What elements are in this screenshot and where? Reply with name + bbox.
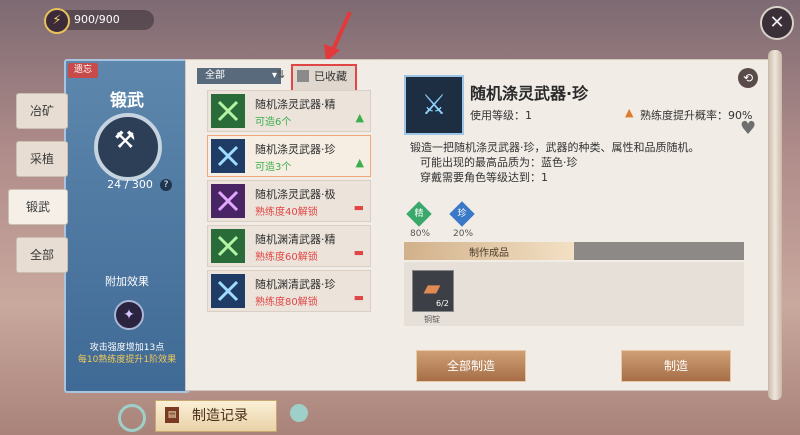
recipe-name: 随机渊清武器·珍 [255,278,336,291]
forget-tag[interactable]: 遗忘 [68,63,98,78]
recipe-item-selected[interactable]: 随机涤灵武器·珍 可造3个 ▲ [207,135,371,177]
filter-dropdown[interactable]: 全部 ▾ [197,68,281,84]
detail-level: 使用等级：1 [470,109,532,122]
ornament-ring [118,404,146,432]
annotation-arrow [324,11,352,62]
lock-icon: ▬ [353,246,364,259]
recipe-name: 随机渊清武器·精 [255,233,336,246]
detail-title: 随机涤灵武器·珍 [470,84,589,103]
tab-mining[interactable]: 冶矿 [16,93,68,129]
recipe-status: 熟练度60解锁 [255,252,318,263]
product-area [404,262,744,326]
recipe-name: 随机涤灵武器·精 [255,98,336,111]
recipe-item[interactable]: 随机涤灵武器·精 可造6个 ▲ [207,90,371,132]
lock-icon: ▬ [353,201,364,214]
recipe-item[interactable]: 随机涤灵武器·极 熟练度40解锁 ▬ [207,180,371,222]
detail-required-level: 穿戴需要角色等级达到：1 [420,171,548,184]
ornament-bead [290,404,308,422]
recipe-item[interactable]: 随机渊清武器·珍 熟练度80解锁 ▬ [207,270,371,312]
product-name: 铜锭 [424,315,440,324]
quality-label: 精 [414,209,424,219]
weapon-icon [211,184,245,218]
lightning-icon: ⚡ [44,8,70,34]
tab-gathering[interactable]: 采植 [16,141,68,177]
scroll-edge [768,50,782,400]
category-title: 锻武 [110,91,144,111]
product-title: 制作成品 [469,248,509,259]
bonus-effect-icon: ✦ [114,300,144,330]
craft-button[interactable]: 制造 [621,350,731,382]
help-icon[interactable]: ? [160,179,172,191]
recipe-status: 熟练度80解锁 [255,297,318,308]
recipe-item[interactable]: 随机渊清武器·精 熟练度60解锁 ▬ [207,225,371,267]
quality-icon: 精 [406,201,432,227]
craft-record-label: 制造记录 [192,408,248,424]
bonus-progress-text: 每10熟练度提升1阶效果 [77,355,177,365]
up-arrow-icon: ▲ [355,156,364,169]
sort-icon[interactable]: ⇅ [276,68,288,84]
craft-all-button[interactable]: 全部制造 [416,350,526,382]
up-arrow-icon: ▲ [355,111,364,124]
detail-max-quality: 可能出现的最高品质为：蓝色·珍 [420,156,578,169]
detail-proficiency-rate: 熟练度提升概率：90% [640,109,753,122]
proficiency-count: 24 / 300 [107,178,153,191]
recipe-status: 熟练度40解锁 [255,207,318,218]
weapon-icon [211,274,245,308]
product-count: 6/2 [436,299,449,308]
flame-icon: ▲ [625,106,634,119]
tab-forging[interactable]: 锻武 [8,189,68,225]
recipe-name: 随机涤灵武器·珍 [255,143,336,156]
recipe-status: 可造6个 [255,117,292,128]
energy-value: 900/900 [74,13,120,26]
favorites-label: 已收藏 [314,70,347,83]
quality-percent: 80% [410,229,431,239]
favorites-checkbox[interactable] [297,70,309,82]
heart-icon[interactable]: ♥ [740,118,756,139]
book-icon: ▤ [165,407,179,423]
detail-description: 锻造一把随机涤灵武器·珍，武器的种类、属性和品质随机。 [410,141,700,154]
weapon-icon [211,229,245,263]
lock-icon: ▬ [353,291,364,304]
detail-weapon-icon: ⚔ [404,75,464,135]
quality-label: 珍 [457,209,467,219]
anvil-icon: ⚒ [114,126,136,154]
quality-icon: 珍 [449,201,475,227]
recipe-name: 随机涤灵武器·极 [255,188,336,201]
weapon-icon [211,94,245,128]
filter-dropdown-value: 全部 [205,70,225,81]
close-button[interactable]: ✕ [760,6,794,40]
recipe-status: 可造3个 [255,162,292,173]
quality-percent: 20% [453,229,474,239]
tab-all[interactable]: 全部 [16,237,68,273]
weapon-icon [211,139,245,173]
share-icon[interactable]: ⟲ [738,68,758,88]
bonus-label: 附加效果 [105,275,149,288]
